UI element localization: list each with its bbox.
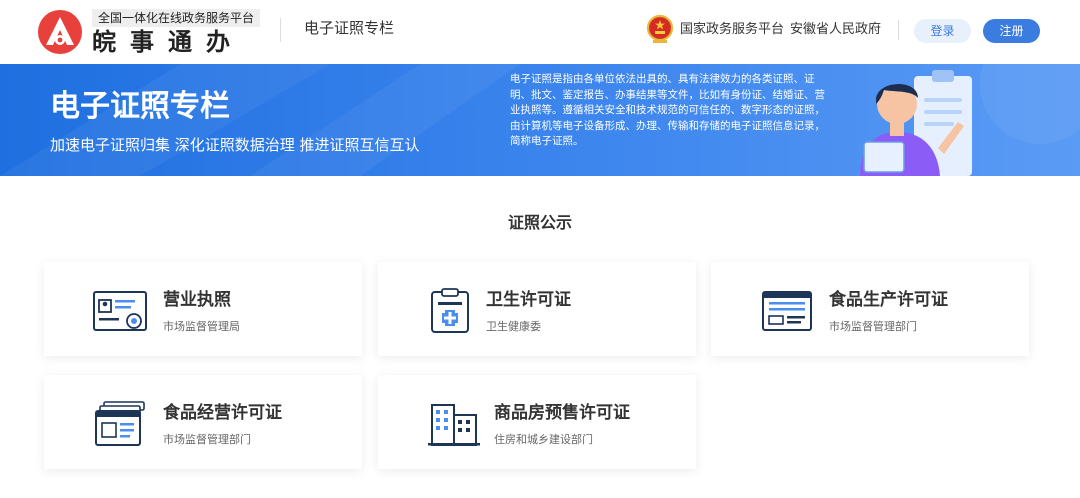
gov-platform-link[interactable]: 国家政务服务平台 — [680, 22, 784, 37]
presale-permit-icon — [428, 404, 480, 446]
business-license-icon — [93, 291, 147, 331]
banner-slogan: 加速电子证照归集 深化证照数据治理 推进证照互信互认 — [50, 136, 420, 154]
license-name: 食品生产许可证 — [829, 290, 948, 310]
food-production-icon — [762, 291, 812, 331]
site-header: 全国一体化在线政务服务平台 皖事通办 电子证照专栏 国家政务服务平台 安徽省人民政… — [0, 0, 1080, 64]
person-with-clipboard-icon — [860, 70, 972, 176]
health-permit-icon — [431, 288, 469, 333]
province-gov-link[interactable]: 安徽省人民政府 — [790, 22, 881, 37]
column-title: 电子证照专栏 — [304, 19, 395, 37]
license-dept: 市场监督管理部门 — [829, 320, 917, 333]
hero-banner: 电子证照专栏 加速电子证照归集 深化证照数据治理 推进证照互信互认 电子证照是指… — [0, 64, 1080, 176]
banner-description: 电子证照是指由各单位依法出具的、具有法律效力的各类证照、证明、批文、鉴定报告、办… — [510, 73, 825, 147]
license-name: 营业执照 — [163, 290, 231, 310]
logo-name[interactable]: 皖事通办 — [92, 28, 244, 56]
license-name: 食品经营许可证 — [163, 403, 282, 423]
license-dept: 市场监督管理局 — [163, 320, 240, 333]
gov-links: 国家政务服务平台 安徽省人民政府 — [680, 21, 881, 39]
food-business-icon — [95, 401, 145, 446]
national-emblem-icon — [646, 14, 674, 43]
license-name: 卫生许可证 — [486, 290, 571, 310]
license-name: 商品房预售许可证 — [494, 403, 630, 423]
login-button[interactable]: 登录 — [914, 19, 971, 43]
wanshitongban-logo-icon[interactable] — [36, 9, 84, 55]
license-card-food-production[interactable]: 食品生产许可证 市场监督管理部门 — [711, 262, 1029, 356]
license-dept: 卫生健康委 — [486, 320, 541, 333]
register-button[interactable]: 注册 — [983, 19, 1040, 43]
license-card-health[interactable]: 卫生许可证 卫生健康委 — [378, 262, 696, 356]
license-dept: 市场监督管理部门 — [163, 433, 251, 446]
license-card-business[interactable]: 营业执照 市场监督管理局 — [44, 262, 362, 356]
license-card-food-business[interactable]: 食品经营许可证 市场监督管理部门 — [44, 375, 362, 469]
license-card-presale[interactable]: 商品房预售许可证 住房和城乡建设部门 — [378, 375, 696, 469]
header-divider — [898, 20, 899, 40]
banner-title: 电子证照专栏 — [50, 89, 230, 124]
header-divider — [280, 18, 281, 42]
logo-subtitle: 全国一体化在线政务服务平台 — [92, 9, 261, 27]
section-title: 证照公示 — [507, 213, 572, 232]
license-dept: 住房和城乡建设部门 — [494, 433, 593, 446]
